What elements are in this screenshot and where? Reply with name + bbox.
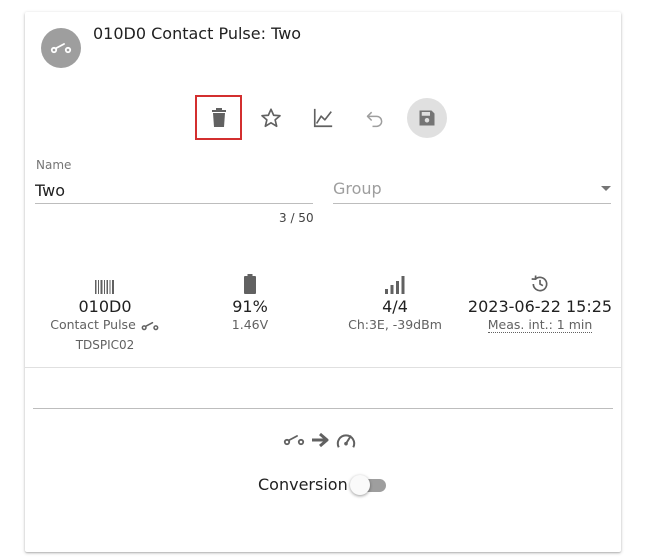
conversion-toggle[interactable] [350, 475, 388, 495]
divider [33, 408, 613, 409]
device-stat: 010D0 Contact Pulse TDSPIC02 [35, 274, 175, 354]
delete-button[interactable] [195, 95, 242, 140]
history-icon [531, 275, 548, 292]
favorite-button[interactable] [247, 95, 294, 140]
save-button-circle [406, 97, 447, 138]
last-seen-timestamp: 2023-06-22 15:25 [467, 297, 613, 316]
signal-stat: 4/4 Ch:3E, -39dBm [325, 274, 465, 334]
name-input[interactable] [35, 177, 313, 204]
divider [25, 367, 621, 368]
name-char-counter: 3 / 50 [279, 211, 314, 225]
group-select[interactable]: Group [333, 177, 611, 204]
chart-button[interactable] [299, 95, 346, 140]
name-field-label: Name [36, 158, 72, 172]
sensor-card: 010D0 Contact Pulse: Two Name Two 3 / 50… [25, 12, 621, 552]
trash-icon [211, 107, 226, 127]
arrow-right-icon [312, 432, 329, 448]
signal-detail: Ch:3E, -39dBm [348, 317, 442, 332]
battery-percent: 91% [232, 297, 268, 316]
contact-switch-icon [283, 435, 305, 446]
sensor-avatar [41, 28, 81, 68]
device-model: TDSPIC02 [75, 338, 135, 352]
contact-switch-icon [50, 43, 72, 54]
battery-stat: 91% 1.46V [180, 274, 320, 334]
battery-icon [244, 274, 256, 294]
group-placeholder: Group [333, 179, 382, 198]
star-outline-icon [260, 107, 281, 127]
barcode-icon [95, 280, 114, 294]
device-type-row: Contact Pulse [35, 316, 175, 334]
contact-switch-icon [141, 321, 159, 330]
save-button[interactable] [403, 95, 450, 140]
battery-voltage: 1.46V [231, 317, 269, 332]
conversion-label: Conversion [258, 475, 348, 494]
measurement-interval[interactable]: Meas. int.: 1 min [487, 317, 593, 333]
signal-strength: 4/4 [382, 297, 408, 316]
line-chart-icon [313, 108, 332, 127]
device-type: Contact Pulse [50, 317, 136, 332]
action-toolbar [195, 95, 455, 140]
signal-bars-icon [385, 276, 405, 294]
conversion-flow [283, 430, 357, 450]
card-title: 010D0 Contact Pulse: Two [93, 24, 302, 43]
device-id: 010D0 [78, 297, 132, 316]
toggle-thumb [350, 475, 370, 495]
undo-button[interactable] [351, 95, 398, 140]
floppy-disk-icon [419, 110, 434, 125]
undo-icon [366, 111, 382, 127]
dropdown-arrow-icon [601, 186, 611, 191]
last-seen-stat: 2023-06-22 15:25 Meas. int.: 1 min [465, 274, 615, 334]
speedometer-icon [336, 434, 356, 448]
